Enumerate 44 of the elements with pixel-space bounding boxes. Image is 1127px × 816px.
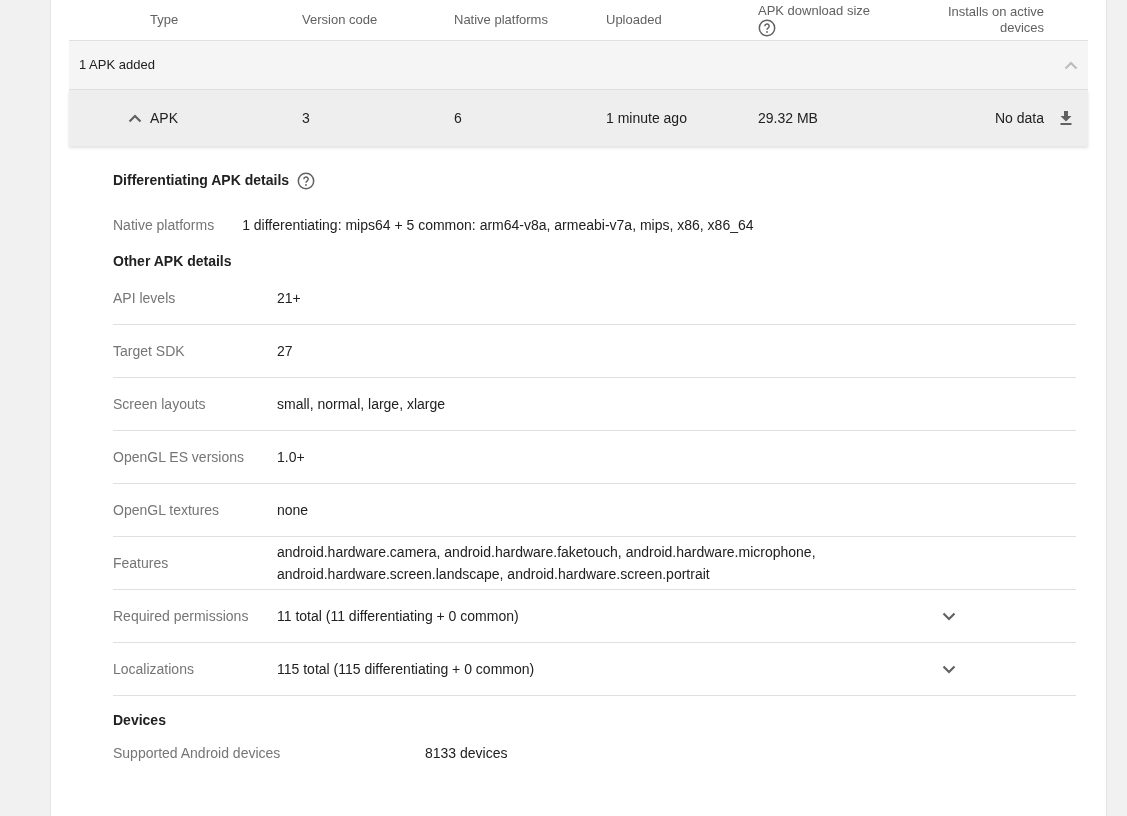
detail-label: OpenGL ES versions bbox=[113, 447, 245, 467]
detail-value: 115 total (115 differentiating + 0 common) bbox=[277, 660, 536, 679]
detail-value: 1.0+ bbox=[277, 448, 306, 467]
section-title: Differentiating APK details bbox=[113, 171, 290, 190]
detail-value: android.hardware.camera, android.hardware.faketouch, android.hardware.microphone, android.hardware.screen.landscape, android.hardware.screen.portrait bbox=[277, 543, 817, 584]
download-icon[interactable] bbox=[1060, 111, 1072, 125]
table-cell-text: 1 minute ago bbox=[606, 108, 688, 128]
table-cell-text: APK bbox=[150, 108, 179, 128]
detail-value: none bbox=[277, 501, 310, 520]
detail-value: 8133 devices bbox=[425, 743, 508, 763]
column-header: Version code bbox=[302, 12, 378, 28]
group-row[interactable]: 1 APK added bbox=[69, 41, 1088, 90]
detail-label: API levels bbox=[113, 288, 177, 308]
detail-label: Localizations bbox=[113, 659, 195, 679]
column-header: Type bbox=[150, 12, 179, 28]
detail-label: Supported Android devices bbox=[113, 743, 282, 763]
detail-value: 21+ bbox=[277, 289, 302, 308]
column-header: APK download size bbox=[758, 3, 870, 19]
help-icon[interactable] bbox=[758, 19, 776, 37]
table-cell-text: 29.32 MB bbox=[758, 108, 819, 128]
detail-label: Features bbox=[113, 553, 170, 573]
table-cell-text: No data bbox=[994, 108, 1044, 128]
apk-row[interactable]: APK 3 6 1 minute ago 29.32 MB No data bbox=[69, 90, 1088, 146]
chevron-icon[interactable] bbox=[942, 664, 956, 674]
detail-value: small, normal, large, xlarge bbox=[277, 395, 447, 414]
column-header: Uploaded bbox=[606, 12, 662, 28]
group-label: 1 APK added bbox=[79, 56, 155, 75]
table-cell-text: 3 bbox=[302, 108, 311, 128]
detail-value: 1 differentiating: mips64 + 5 common: arm64-v8a, armeabi-v7a, mips, x86, x86_64 bbox=[242, 215, 754, 235]
column-header: Native platforms bbox=[454, 12, 548, 28]
section-title: Devices bbox=[113, 711, 166, 730]
detail-value: 11 total (11 differentiating + 0 common) bbox=[277, 607, 520, 626]
detail-label: OpenGL textures bbox=[113, 500, 221, 520]
help-icon[interactable] bbox=[297, 171, 316, 190]
detail-label: Screen layouts bbox=[113, 394, 207, 414]
table-cell-text: 6 bbox=[454, 108, 463, 128]
chevron-icon[interactable] bbox=[128, 113, 142, 123]
detail-label: Required permissions bbox=[113, 606, 250, 626]
detail-label: Native platforms bbox=[113, 215, 215, 235]
detail-value: 27 bbox=[277, 342, 294, 361]
column-header: Installs on active devices bbox=[946, 4, 1044, 36]
detail-label: Target SDK bbox=[113, 341, 186, 361]
chevron-icon[interactable] bbox=[942, 611, 956, 621]
section-title: Other APK details bbox=[113, 252, 232, 271]
